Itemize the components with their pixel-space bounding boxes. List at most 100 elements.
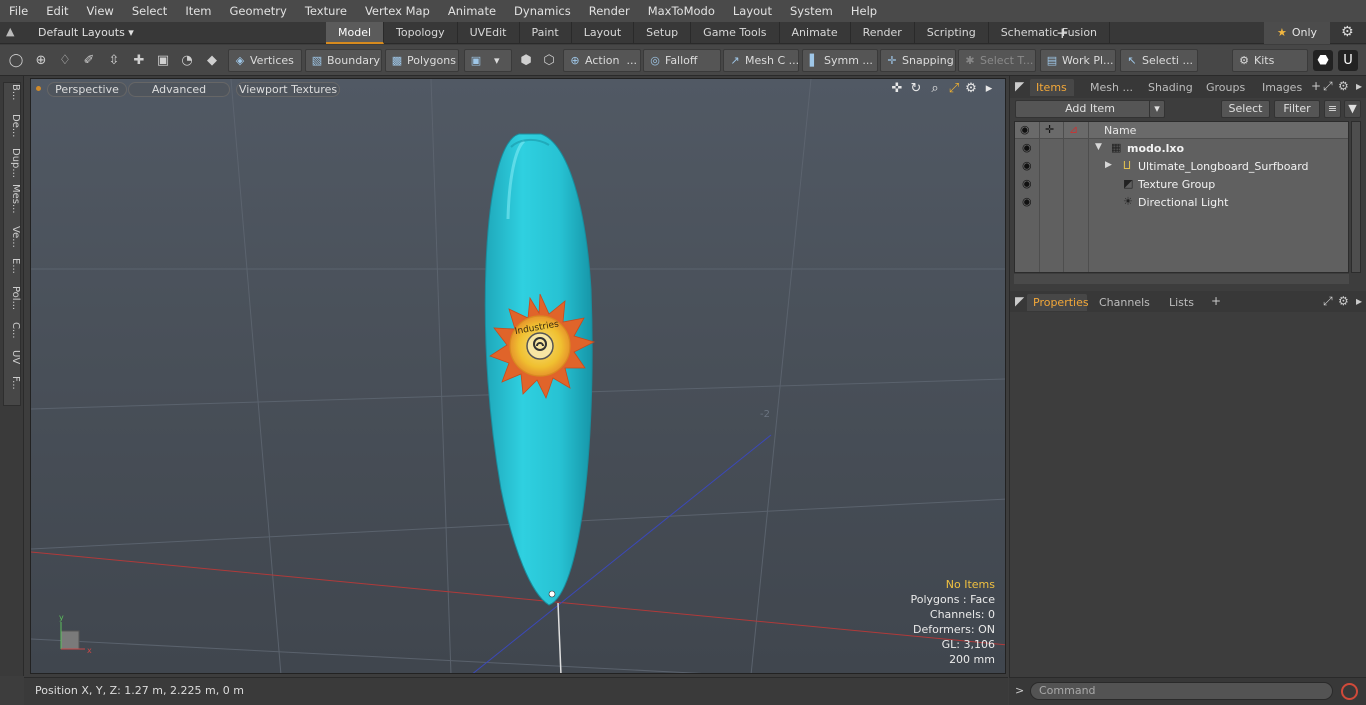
orbit-icon[interactable]: ↻	[908, 81, 924, 97]
eye-icon[interactable]: ◉	[1022, 159, 1032, 172]
left-tab-duplicate[interactable]: Dup...	[3, 148, 21, 178]
name-column-header[interactable]: Name	[1104, 124, 1136, 137]
menu-system[interactable]: System	[781, 0, 842, 22]
brush-icon[interactable]: ✐	[79, 50, 99, 71]
left-tab-basic[interactable]: B...	[3, 84, 21, 100]
menu-layout[interactable]: Layout	[724, 0, 781, 22]
viewport-textures-button[interactable]: Viewport Textures	[236, 82, 340, 97]
add-item-dropdown-icon[interactable]: ▾	[1149, 100, 1165, 118]
filter-button[interactable]: Filter	[1274, 100, 1320, 118]
left-tab-edge[interactable]: E...	[3, 258, 21, 274]
items-horizontal-scrollbar[interactable]	[1014, 274, 1349, 284]
left-tab-deform[interactable]: De...	[3, 114, 21, 137]
menu-geometry[interactable]: Geometry	[221, 0, 296, 22]
default-layouts-dropdown[interactable]: Default Layouts ▾	[38, 26, 134, 39]
menu-item[interactable]: Item	[176, 0, 220, 22]
symmetry-button[interactable]: ▌ Symm ...	[802, 49, 878, 72]
panel-arrow-icon[interactable]: ▸	[1356, 294, 1362, 308]
panel-corner-icon[interactable]: ◤	[1015, 79, 1024, 93]
items-vertical-scrollbar[interactable]	[1351, 121, 1361, 273]
collapse-icon[interactable]: ≡	[1324, 100, 1341, 118]
expand-panel-icon[interactable]: ⤢	[1323, 294, 1333, 309]
menu-maxtomodo[interactable]: MaxToModo	[639, 0, 724, 22]
menu-dynamics[interactable]: Dynamics	[505, 0, 580, 22]
add-tab-plus-icon[interactable]: +	[1056, 24, 1069, 42]
menu-view[interactable]: View	[78, 0, 123, 22]
expand-panel-icon[interactable]: ⤢	[1323, 79, 1333, 94]
menu-animate[interactable]: Animate	[439, 0, 505, 22]
eye-icon[interactable]: ◉	[1022, 177, 1032, 190]
tab-animate[interactable]: Animate	[780, 22, 851, 44]
tab-groups[interactable]: Groups	[1200, 79, 1251, 96]
shield-icon[interactable]: ◆	[202, 50, 222, 71]
command-input[interactable]: Command	[1030, 682, 1333, 700]
left-tab-mesh-edit[interactable]: Mes...	[3, 184, 21, 214]
falloff-button[interactable]: ◎ Falloff	[643, 49, 721, 72]
viewport-arrow-icon[interactable]: ▸	[981, 81, 997, 97]
unreal-icon[interactable]: U	[1338, 50, 1358, 71]
globe-icon[interactable]: ⊕	[31, 50, 51, 71]
viewport-gear-icon[interactable]: ⚙	[963, 81, 979, 97]
transform-icon[interactable]: ✚	[129, 50, 149, 71]
eye-icon[interactable]: ◉	[1022, 141, 1032, 154]
circle-select-icon[interactable]: ◯	[6, 50, 26, 71]
unity-icon[interactable]: ⬣	[1313, 50, 1333, 71]
selection-sets-button[interactable]: ↖ Selecti ...	[1120, 49, 1198, 72]
viewport-menu-dot-icon[interactable]	[36, 86, 41, 91]
menu-render[interactable]: Render	[580, 0, 639, 22]
left-tab-fusion[interactable]: F...	[3, 376, 21, 390]
expand-triangle-icon[interactable]: ▼	[1095, 142, 1102, 152]
tab-game-tools[interactable]: Game Tools	[691, 22, 780, 44]
eye-icon[interactable]: ◉	[1022, 195, 1032, 208]
only-toggle[interactable]: ★ Only	[1264, 22, 1330, 44]
snapping-button[interactable]: ✛ Snapping	[880, 49, 956, 72]
tab-lists[interactable]: Lists	[1163, 294, 1200, 311]
work-plane-button[interactable]: ▤ Work Pl...	[1040, 49, 1116, 72]
tab-render[interactable]: Render	[851, 22, 915, 44]
panel-gear-icon[interactable]: ⚙	[1338, 294, 1349, 308]
fit-icon[interactable]: ⤢	[946, 81, 962, 97]
tab-channels[interactable]: Channels	[1093, 294, 1156, 311]
tab-schematic-fusion[interactable]: Schematic Fusion	[989, 22, 1111, 44]
menu-help[interactable]: Help	[842, 0, 886, 22]
expand-triangle-icon[interactable]: ▶	[1105, 160, 1112, 170]
filter-funnel-icon[interactable]: ▼	[1344, 100, 1361, 118]
tab-scripting[interactable]: Scripting	[915, 22, 989, 44]
item-row-mesh[interactable]: ◉ ▶ ⨿ Ultimate_Longboard_Surfboard	[1015, 158, 1348, 176]
item-row-light[interactable]: ◉ ☀ Directional Light	[1015, 194, 1348, 212]
item-row-texture-group[interactable]: ◉ ◩ Texture Group	[1015, 176, 1348, 194]
up-arrow-icon[interactable]: ▲	[6, 25, 14, 38]
tab-images[interactable]: Images	[1256, 79, 1308, 96]
panel-corner-icon[interactable]: ◤	[1015, 294, 1024, 308]
record-icon[interactable]	[1341, 683, 1358, 700]
menu-file[interactable]: File	[0, 0, 37, 22]
boundary-button[interactable]: ▧ Boundary	[305, 49, 382, 72]
menu-texture[interactable]: Texture	[296, 0, 356, 22]
menu-select[interactable]: Select	[123, 0, 176, 22]
tab-uvedit[interactable]: UVEdit	[458, 22, 520, 44]
polygons-button[interactable]: ▩ Polygons	[385, 49, 459, 72]
scale-icon[interactable]: ▣	[153, 50, 173, 71]
tab-topology[interactable]: Topology	[384, 22, 458, 44]
kits-button[interactable]: ⚙ Kits	[1232, 49, 1308, 72]
select-button[interactable]: Select	[1221, 100, 1270, 118]
move-icon[interactable]: ⇳	[104, 50, 124, 71]
add-item-button[interactable]: Add Item	[1015, 100, 1165, 118]
menu-edit[interactable]: Edit	[37, 0, 77, 22]
pan-icon[interactable]: ✜	[889, 81, 905, 97]
snap-shield-icon[interactable]: ⬢	[516, 50, 536, 71]
select-through-button[interactable]: ✱ Select T...	[958, 49, 1036, 72]
tab-properties[interactable]: Properties	[1027, 294, 1089, 311]
panel-arrow-icon[interactable]: ▸	[1356, 79, 1362, 93]
material-dropdown[interactable]: ▣ ▾	[464, 49, 512, 72]
perspective-button[interactable]: Perspective	[47, 82, 127, 97]
pen-icon[interactable]: ♢	[55, 50, 75, 71]
mesh-constraint-button[interactable]: ↗ Mesh C ...	[723, 49, 799, 72]
left-tab-polygon[interactable]: Pol...	[3, 286, 21, 310]
tab-shading[interactable]: Shading	[1142, 79, 1199, 96]
tab-paint[interactable]: Paint	[520, 22, 572, 44]
left-tab-vertex[interactable]: Ve...	[3, 226, 21, 248]
layout-gear-icon[interactable]: ⚙	[1341, 24, 1354, 40]
action-button[interactable]: ⊕ Action ...	[563, 49, 641, 72]
menu-vertex-map[interactable]: Vertex Map	[356, 0, 439, 22]
